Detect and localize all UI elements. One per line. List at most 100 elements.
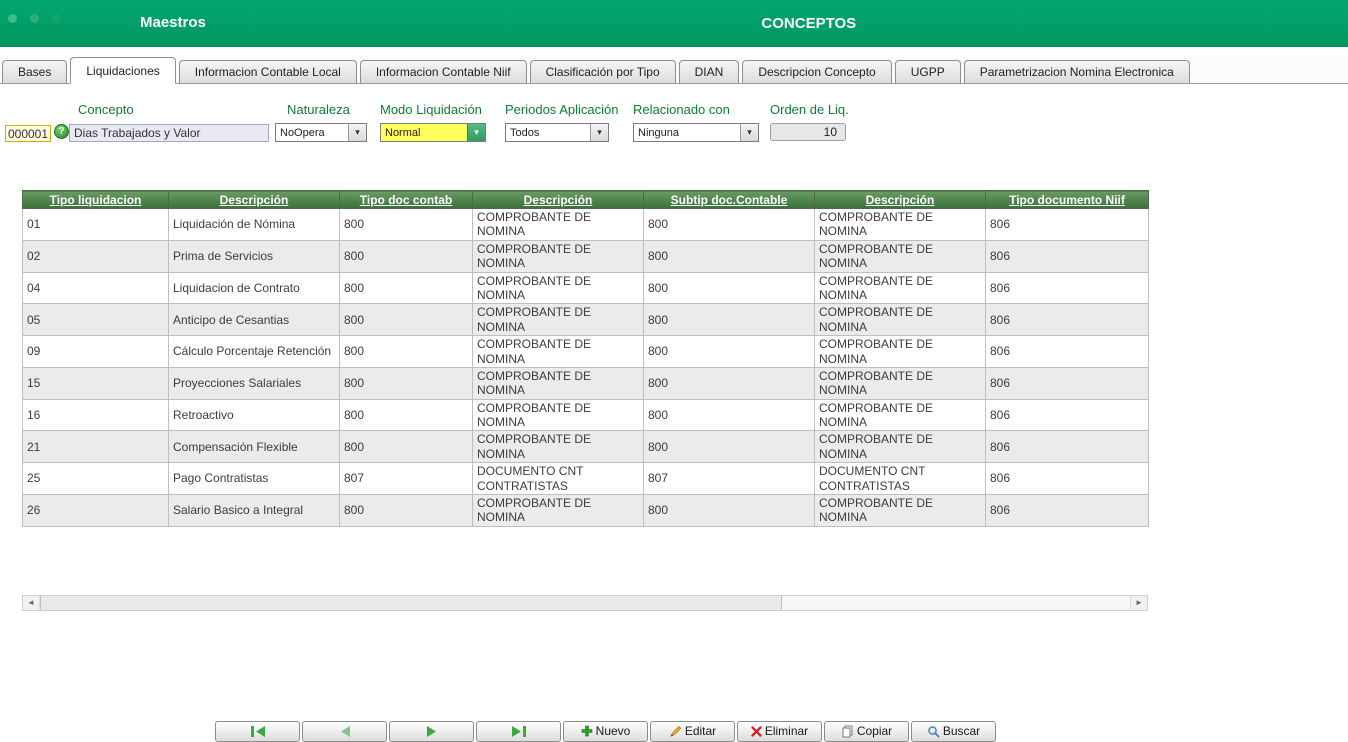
window-controls [8,14,61,23]
table-row[interactable]: 21 Compensación Flexible 800 COMPROBANTE DE… [22,430,1149,464]
table-cell: 800 [643,494,815,527]
table-cell: 806 [985,271,1149,305]
column-header[interactable]: Tipo liquidacion [22,190,169,209]
modo-liquidacion-value: Normal [381,124,467,141]
scroll-left-icon[interactable]: ◄ [23,595,40,610]
table-cell: COMPROBANTE DE NOMINA [472,335,644,368]
first-record-button[interactable] [215,720,300,742]
table-cell: Pago Contratistas [168,462,340,496]
table-row[interactable]: 26 Salario Basico a Integral 800 COMPROBANT… [22,494,1149,527]
concepto-code-field[interactable]: 000001 [5,125,51,142]
tab-ugpp[interactable]: UGPP [894,60,961,83]
tab-dian[interactable]: DIAN [678,60,740,83]
naturaleza-select[interactable]: NoOpera ▾ [275,123,367,142]
column-header[interactable]: Tipo doc contab [339,190,473,209]
first-record-icon [250,725,265,737]
window-dot-icon[interactable] [8,14,17,23]
search-icon [928,726,940,738]
eliminar-label: Eliminar [764,724,809,739]
table-row[interactable]: 25 Pago Contratistas 807 DOCUMENTO CNT CONT… [22,462,1149,496]
horizontal-scrollbar: ◄ ► [22,594,1148,611]
table-row[interactable]: 01 Liquidación de Nómina 800 COMPROBANTE DE… [22,208,1149,241]
tab-informacion-contable-local[interactable]: Informacion Contable Local [178,60,357,83]
naturaleza-label: Naturaleza [287,102,350,117]
table-cell: 806 [985,303,1149,337]
table-cell: 800 [339,271,473,305]
table-cell: 806 [985,494,1149,527]
table-row[interactable]: 04 Liquidacion de Contrato 800 COMPROBANTE … [22,271,1149,305]
chevron-down-icon: ▾ [590,124,608,141]
table-cell: 800 [643,239,815,273]
buscar-label: Buscar [942,724,981,739]
copiar-button[interactable]: Copiar [824,720,909,742]
table-cell: 800 [643,303,815,337]
table-cell: 800 [339,366,473,400]
table-cell: 800 [643,366,815,400]
window-dot-icon[interactable] [52,14,61,23]
concepto-input[interactable]: Dias Trabajados y Valor [69,124,269,142]
table-cell: 806 [985,208,1149,241]
relacionado-value: Ninguna [638,126,679,139]
table-cell: COMPROBANTE DE NOMINA [472,208,644,241]
table-cell: COMPROBANTE DE NOMINA [814,366,986,400]
orden-input[interactable]: 10 [770,123,846,141]
table-cell: COMPROBANTE DE NOMINA [472,430,644,464]
table-cell: 26 [22,494,169,527]
copy-icon [842,725,853,738]
previous-record-button[interactable] [302,720,387,742]
scrollbar-thumb[interactable] [40,595,782,610]
table-cell: 806 [985,335,1149,368]
chevron-down-icon: ▾ [740,124,758,141]
table-cell: COMPROBANTE DE NOMINA [472,366,644,400]
table-cell: 15 [22,366,169,400]
tab-clasificacion-por-tipo[interactable]: Clasificación por Tipo [529,60,676,83]
title-bar: Maestros CONCEPTOS [0,0,1348,47]
table-cell: DOCUMENTO CNT CONTRATISTAS [814,462,986,496]
x-icon [751,726,762,737]
table-cell: 800 [643,271,815,305]
column-header[interactable]: Tipo documento Niif [985,190,1149,209]
scroll-right-icon[interactable]: ► [1130,595,1147,610]
next-record-button[interactable] [389,720,474,742]
table-row[interactable]: 09 Cálculo Porcentaje Retención 800 COMPROB… [22,335,1149,368]
tab-bases[interactable]: Bases [2,60,68,83]
table-cell: COMPROBANTE DE NOMINA [814,335,986,368]
table-row[interactable]: 16 Retroactivo 800 COMPROBANTE DE NOMINA 800… [22,398,1149,432]
table-row[interactable]: 02 Prima de Servicios 800 COMPROBANTE DE NO… [22,239,1149,273]
table-cell: COMPROBANTE DE NOMINA [814,398,986,432]
relacionado-select[interactable]: Ninguna ▾ [633,123,759,142]
tab-informacion-contable-niif[interactable]: Informacion Contable Niif [359,60,527,83]
column-header[interactable]: Descripción [168,190,340,209]
nuevo-button[interactable]: Nuevo [563,720,648,742]
table-cell: 800 [339,239,473,273]
chevron-down-icon: ▾ [467,124,485,141]
modo-liquidacion-select[interactable]: Normal ▾ [380,123,486,142]
tab-descripcion-concepto[interactable]: Descripcion Concepto [742,60,892,83]
column-header[interactable]: Subtip doc.Contable [643,190,815,209]
table-cell: 800 [339,303,473,337]
table-cell: Retroactivo [168,398,340,432]
help-icon[interactable]: ? [54,124,69,139]
column-header[interactable]: Descripción [472,190,644,209]
table-row[interactable]: 05 Anticipo de Cesantias 800 COMPROBANTE DE… [22,303,1149,337]
table-cell: Liquidacion de Contrato [168,271,340,305]
buscar-button[interactable]: Buscar [911,720,996,742]
window-dot-icon[interactable] [30,14,39,23]
periodos-select[interactable]: Todos ▾ [505,123,609,142]
table-cell: COMPROBANTE DE NOMINA [472,271,644,305]
tab-liquidaciones[interactable]: Liquidaciones [70,57,176,84]
page-title: CONCEPTOS [761,15,857,32]
table-cell: COMPROBANTE DE NOMINA [814,208,986,241]
tab-parametrizacion-nomina-electronica[interactable]: Parametrizacion Nomina Electronica [963,60,1190,83]
eliminar-button[interactable]: Eliminar [737,720,822,742]
last-record-button[interactable] [476,720,561,742]
table-cell: Proyecciones Salariales [168,366,340,400]
tab-bar: Bases Liquidaciones Informacion Contable L… [0,57,1348,84]
table-cell: Compensación Flexible [168,430,340,464]
table-cell: 800 [643,335,815,368]
column-header[interactable]: Descripción [814,190,986,209]
editar-button[interactable]: Editar [650,720,735,742]
table-row[interactable]: 15 Proyecciones Salariales 800 COMPROBANTE … [22,366,1149,400]
table-header-row: Tipo liquidacion Descripción Tipo doc co… [22,190,1149,209]
table-cell: 05 [22,303,169,337]
